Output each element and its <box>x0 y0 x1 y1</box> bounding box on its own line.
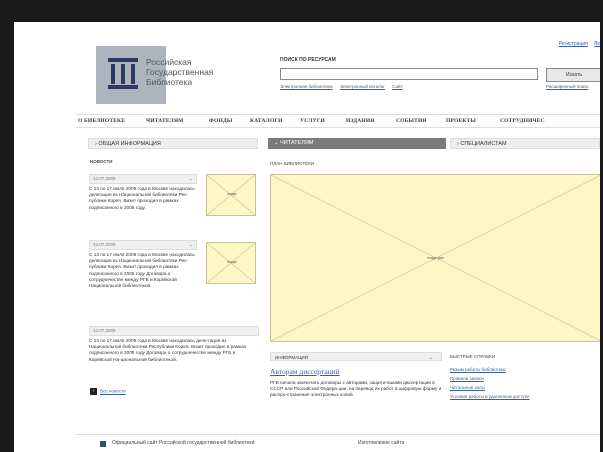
news-text[interactable]: С 13 по 17 июля 2009 года в Москве наход… <box>89 338 259 363</box>
login-link[interactable]: Вх <box>594 41 600 47</box>
library-emblem-icon <box>108 58 138 89</box>
search-input[interactable] <box>280 68 538 80</box>
logo-line: Российская <box>146 57 192 67</box>
main-nav: О БИБЛИОТЕКЕ ЧИТАТЕЛЯМ ФОНДЫ КАТАЛОГИ УС… <box>76 114 600 128</box>
news-date: 24.07.2009 <box>89 326 259 336</box>
arrow-right-icon: › <box>90 388 97 395</box>
tab-specialists[interactable]: › СПЕЦИАЛИСТАМ <box>450 138 600 149</box>
footer-made-by[interactable]: Изготовление сайта <box>358 440 404 446</box>
footer: Официальный сайт Российской государствен… <box>76 434 600 452</box>
tab-label: СПЕЦИАЛИСТАМ <box>460 141 507 147</box>
search-title: ПОИСК ПО РЕСУРСАМ <box>280 57 336 63</box>
nav-item-collections[interactable]: ФОНДЫ <box>209 118 233 124</box>
quick-link-registration-rules[interactable]: Правила записи <box>450 374 530 383</box>
image-label: image-plan <box>427 256 445 260</box>
tab-label: ЧИТАТЕЛЯМ <box>280 140 314 146</box>
library-plan-label: ПЛАН БИБЛИОТЕКИ <box>270 161 315 166</box>
logo-line: Государственная <box>146 67 214 77</box>
news-date-text: 24.07.2009 <box>93 242 116 247</box>
tab-general-info[interactable]: › ОБЩАЯ ИНФОРМАЦИЯ <box>88 138 258 149</box>
search-button[interactable]: Искать <box>546 68 600 82</box>
news-item: 24.07.2009 С 13 по 17 июля 2009 года в М… <box>89 326 259 363</box>
news-text[interactable]: С 13 по 17 июля 2009 года в Москве наход… <box>89 186 197 211</box>
search-option-ecatalog[interactable]: Электронный каталог <box>340 84 385 89</box>
footer-logo-icon <box>100 441 106 447</box>
logo-line: Библиотека <box>146 77 193 87</box>
search-options: Электронная библиотека Электронный катал… <box>280 84 409 89</box>
news-image-placeholder: image <box>206 242 256 284</box>
image-label: image <box>227 192 237 196</box>
info-text: РГБ начала заключать договоры с авторами… <box>270 380 442 398</box>
window-left-edge <box>0 0 14 452</box>
chevron-right-icon: › <box>457 141 459 147</box>
search-option-site[interactable]: Сайт <box>392 84 402 89</box>
register-link[interactable]: Регистрация <box>559 41 588 47</box>
quick-help-heading: БЫСТРЫЕ СПРАВКИ <box>450 354 496 359</box>
news-text[interactable]: С 13 по 17 июля 2009 года в Москве наход… <box>89 252 197 289</box>
news-date: 24.07.2009 → <box>89 174 197 184</box>
quick-link-reading-rooms[interactable]: Читальные залы <box>450 383 530 392</box>
quick-link-hours[interactable]: Режим работы библиотеки <box>450 365 530 374</box>
chevron-right-icon: › <box>95 141 97 147</box>
arrow-right-icon: → <box>428 355 434 360</box>
news-date-text: 24.07.2009 <box>93 328 116 333</box>
info-title-link[interactable]: Авторам диссертаций <box>270 367 340 376</box>
nav-item-publications[interactable]: ИЗДАНИЯ <box>346 118 375 124</box>
chevron-down-icon: ⌄ <box>274 140 279 146</box>
all-news-label: Все новости <box>100 388 126 394</box>
nav-item-readers[interactable]: ЧИТАТЕЛЯМ <box>146 118 184 124</box>
page-canvas: Российская Государственная Библиотека Ре… <box>14 22 600 452</box>
nav-item-cooperation[interactable]: СОТРУДНИЧЕС <box>500 118 545 124</box>
nav-item-services[interactable]: УСЛУГИ <box>300 118 325 124</box>
quick-help-links: Режим работы библиотеки Правила записи Ч… <box>450 365 530 401</box>
nav-item-catalogs[interactable]: КАТАЛОГИ <box>250 118 283 124</box>
search-option-ebook-library[interactable]: Электронная библиотека <box>280 84 333 89</box>
tab-readers[interactable]: ⌄ ЧИТАТЕЛЯМ <box>268 138 446 149</box>
arrow-right-icon[interactable]: → <box>189 175 194 183</box>
info-bar[interactable]: ИНФОРМАЦИЯ → <box>270 352 442 361</box>
top-links: Регистрация Вх <box>554 41 600 47</box>
all-news-link[interactable]: › Все новости <box>90 388 126 395</box>
advanced-search-link[interactable]: Расширенный поиск <box>546 84 588 89</box>
nav-item-about[interactable]: О БИБЛИОТЕКЕ <box>78 118 125 124</box>
news-heading: НОВОСТИ <box>90 159 113 164</box>
news-item: 24.07.2009 → С 13 по 17 июля 2009 года в… <box>89 240 197 289</box>
image-label: image <box>227 260 237 264</box>
nav-item-projects[interactable]: ПРОЕКТЫ <box>446 118 476 124</box>
news-date: 24.07.2009 → <box>89 240 197 250</box>
tab-label: ОБЩАЯ ИНФОРМАЦИЯ <box>98 141 161 147</box>
news-date-text: 24.07.2009 <box>93 176 116 181</box>
arrow-right-icon[interactable]: → <box>189 241 194 249</box>
news-item: 24.07.2009 → С 13 по 17 июля 2009 года в… <box>89 174 197 211</box>
library-plan-placeholder: image-plan <box>270 174 600 342</box>
news-image-placeholder: image <box>206 174 256 216</box>
window-top-bar <box>0 0 603 22</box>
library-name: Российская Государственная Библиотека <box>146 57 213 87</box>
nav-item-events[interactable]: СОБЫТИЯ <box>396 118 427 124</box>
info-bar-label: ИНФОРМАЦИЯ <box>275 355 308 360</box>
footer-site-title: Официальный сайт Российской государствен… <box>112 440 255 446</box>
quick-link-remote-access[interactable]: Условия работы в удаленном доступе <box>450 392 530 401</box>
